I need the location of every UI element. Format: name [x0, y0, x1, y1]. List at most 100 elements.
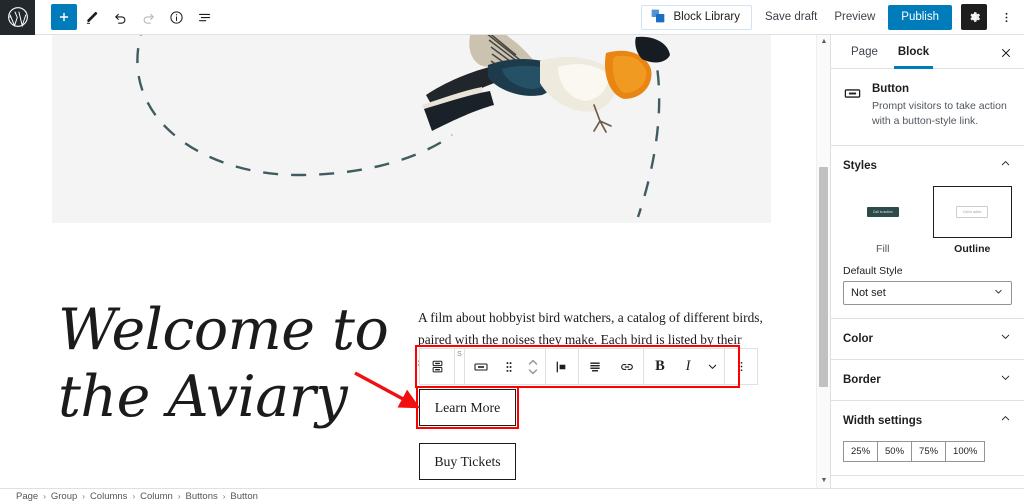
tools-button[interactable] [79, 4, 105, 30]
panel-width-settings: Width settings 25% 50% 75% 100% [831, 401, 1024, 476]
preview-button[interactable]: Preview [830, 8, 879, 26]
breadcrumb-separator: › [177, 491, 181, 501]
blocks-icon [650, 8, 666, 27]
block-toolbar-group-format: B I [644, 349, 725, 384]
button-block-icon[interactable] [465, 349, 497, 384]
add-block-button[interactable] [51, 4, 77, 30]
default-style-value: Not set [851, 286, 886, 299]
breadcrumb: Page › Group › Columns › Column › Button… [0, 488, 1024, 503]
buy-tickets-button[interactable]: Buy Tickets [419, 443, 516, 480]
breadcrumb-item-column[interactable]: Column [140, 491, 173, 502]
style-outline-option[interactable]: Call to action Outline [932, 185, 1012, 255]
panel-styles-body: Call to action Fill Call to action Outli… [831, 185, 1024, 318]
sidebar-tabs: Page Block [831, 35, 1024, 69]
width-25-button[interactable]: 25% [843, 440, 878, 462]
undo-button[interactable] [107, 4, 133, 30]
align-left-icon[interactable] [546, 349, 578, 384]
panel-color-header[interactable]: Color [831, 319, 1024, 359]
style-outline-preview-label: Call to action [956, 205, 989, 218]
panel-typography-header[interactable]: Typography [831, 476, 1024, 488]
panel-typography: Typography [831, 476, 1024, 488]
breadcrumb-separator: › [43, 491, 46, 501]
tab-page[interactable]: Page [841, 35, 888, 69]
block-title: Button [872, 83, 910, 95]
width-50-button[interactable]: 50% [877, 440, 912, 462]
canvas-scrollbar[interactable]: ▲ ▼ [816, 35, 830, 488]
top-bar-right-actions: Block Library Save draft Preview Publish [641, 4, 1024, 30]
block-toolbar-group-parent [420, 349, 455, 384]
width-options: 25% 50% 75% 100% [843, 440, 1012, 462]
block-options-vertical-dots-icon[interactable] [725, 349, 757, 384]
chevron-up-icon [999, 412, 1012, 430]
chevron-down-icon[interactable] [700, 349, 724, 384]
italic-icon[interactable]: I [676, 349, 700, 384]
page-title-heading[interactable]: Welcome to the Aviary [58, 297, 398, 432]
style-outline-preview: Call to action [932, 185, 1012, 238]
panel-border-title: Border [843, 373, 881, 386]
wordpress-logo-icon[interactable] [0, 0, 35, 35]
panel-width-body: 25% 50% 75% 100% [831, 440, 1024, 475]
chevron-up-down-icon[interactable] [521, 349, 545, 384]
close-icon[interactable] [996, 43, 1016, 63]
publish-button[interactable]: Publish [888, 4, 952, 30]
panel-color-title: Color [843, 332, 874, 345]
breadcrumb-separator: › [222, 491, 226, 501]
block-toolbar[interactable]: S B I [419, 348, 758, 385]
block-description: Prompt visitors to take action with a bu… [872, 100, 1007, 127]
breadcrumb-item-page[interactable]: Page [16, 491, 38, 502]
block-library-label: Block Library [673, 11, 740, 23]
link-icon[interactable] [611, 349, 643, 384]
caret-up-icon[interactable]: ▲ [820, 38, 828, 46]
panel-color: Color [831, 319, 1024, 360]
default-style-select[interactable]: Not set [843, 280, 1012, 305]
scrollbar-thumb[interactable] [819, 167, 828, 387]
bird-flight-illustration [52, 35, 771, 223]
style-fill-preview-label: Call to action [866, 206, 899, 217]
breadcrumb-separator: › [132, 491, 136, 501]
details-button[interactable] [163, 4, 189, 30]
editor-top-bar: Block Library Save draft Preview Publish [0, 0, 1024, 35]
panel-styles-header[interactable]: Styles [831, 146, 1024, 186]
redo-button[interactable] [135, 4, 161, 30]
block-toolbar-group-align [546, 349, 579, 384]
width-100-button[interactable]: 100% [945, 440, 986, 462]
align-text-center-icon[interactable] [579, 349, 611, 384]
button-block-icon [843, 84, 862, 129]
buttons-block-icon[interactable] [420, 349, 454, 384]
style-fill-preview: Call to action [843, 185, 923, 238]
style-fill-option[interactable]: Call to action Fill [843, 185, 923, 255]
block-library-button[interactable]: Block Library [641, 4, 752, 30]
block-info-card: Button Prompt visitors to take action wi… [831, 69, 1024, 146]
breadcrumb-item-button[interactable]: Button [230, 491, 257, 502]
default-style-label: Default Style [843, 264, 903, 277]
editor-canvas[interactable]: Welcome to the Aviary A film about hobby… [0, 35, 830, 488]
width-75-button[interactable]: 75% [911, 440, 946, 462]
bold-icon[interactable]: B [644, 349, 676, 384]
breadcrumb-item-columns[interactable]: Columns [90, 491, 128, 502]
wordpress-block-editor: Block Library Save draft Preview Publish [0, 0, 1024, 503]
settings-sidebar: Page Block Button Prompt visitors to tak… [830, 35, 1024, 488]
style-fill-label: Fill [876, 242, 890, 255]
drag-dots-icon[interactable] [497, 349, 521, 384]
block-toolbar-group-text [579, 349, 644, 384]
chevron-down-icon [999, 330, 1012, 348]
more-options-vertical-dots-icon[interactable] [996, 4, 1016, 30]
list-view-button[interactable] [191, 4, 217, 30]
save-draft-button[interactable]: Save draft [761, 8, 821, 26]
hero-image-block[interactable] [52, 35, 771, 223]
settings-gear-icon[interactable] [961, 4, 987, 30]
breadcrumb-item-group[interactable]: Group [51, 491, 77, 502]
panel-styles: Styles Call to action Fill Call to actio… [831, 146, 1024, 319]
panel-width-title: Width settings [843, 414, 923, 427]
breadcrumb-separator: › [82, 491, 85, 501]
learn-more-button[interactable]: Learn More [419, 389, 516, 426]
panel-border-header[interactable]: Border [831, 360, 1024, 400]
breadcrumb-item-buttons[interactable]: Buttons [186, 491, 218, 502]
top-bar-left-tools [35, 4, 217, 30]
panel-width-header[interactable]: Width settings [831, 401, 1024, 441]
selection-marker: S [455, 349, 465, 384]
caret-down-icon[interactable]: ▼ [820, 477, 828, 485]
style-options: Call to action Fill Call to action Outli… [843, 185, 1012, 255]
chevron-up-icon [999, 157, 1012, 175]
tab-block[interactable]: Block [888, 35, 939, 69]
